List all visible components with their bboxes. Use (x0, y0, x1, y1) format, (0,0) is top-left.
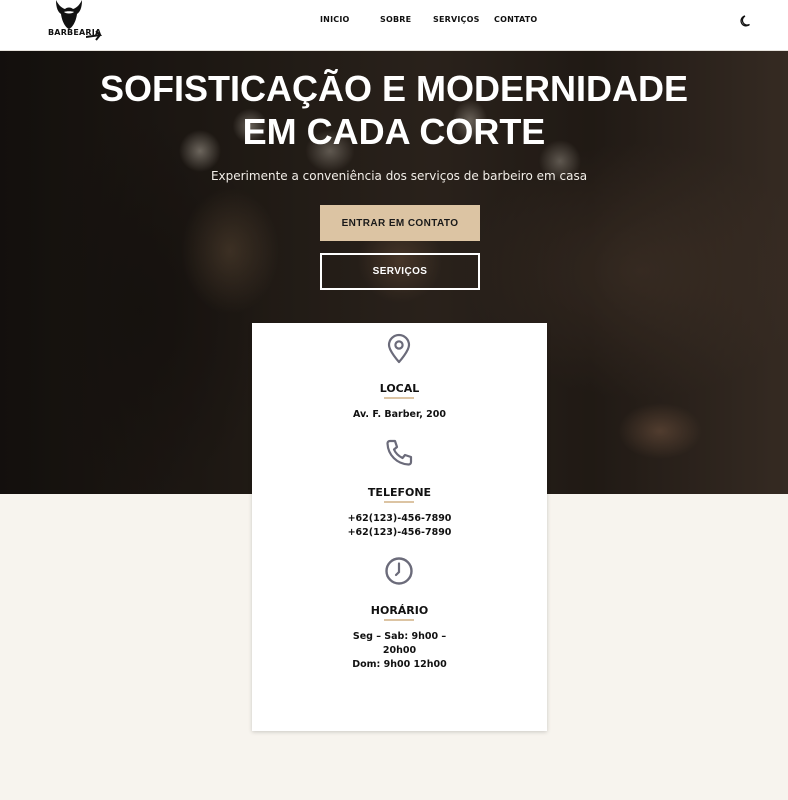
location-address: Av. F. Barber, 200 (353, 409, 446, 420)
hours-line-1: Seg – Sab: 9h00 – (352, 631, 447, 642)
site-header: BARBEARIA INICIO SOBRE SERVIÇOS CONTATO (0, 0, 788, 51)
hours-label: HORÁRIO (370, 604, 429, 617)
nav-sobre[interactable]: SOBRE (380, 15, 411, 24)
hero-title-line2: EM CADA CORTE (242, 111, 546, 152)
map-pin-icon (387, 333, 411, 364)
nav-inicio[interactable]: INICIO (320, 15, 350, 24)
nav-servicos[interactable]: SERVIÇOS (433, 15, 480, 24)
clock-icon (385, 557, 413, 585)
hours-underline (384, 619, 414, 621)
services-button[interactable]: SERVIÇOS (320, 253, 480, 290)
nav-contato[interactable]: CONTATO (494, 15, 537, 24)
phone-number-1[interactable]: +62(123)-456-7890 (252, 512, 547, 526)
phone-number-2[interactable]: +62(123)-456-7890 (252, 526, 547, 540)
location-label: LOCAL (379, 382, 420, 395)
main-nav: INICIO SOBRE SERVIÇOS CONTATO (0, 15, 788, 29)
info-card: LOCAL Av. F. Barber, 200 TELEFONE +62(12… (252, 323, 547, 731)
contact-button[interactable]: ENTRAR EM CONTATO (320, 205, 480, 241)
phone-underline (384, 501, 414, 503)
hours-line-3: Dom: 9h00 12h00 (352, 659, 447, 670)
hero-title: SOFISTICAÇÃO E MODERNIDADE EM CADA CORTE (60, 67, 728, 153)
hours-line-2: 20h00 (382, 645, 417, 656)
location-underline (384, 397, 414, 399)
phone-label: TELEFONE (367, 486, 432, 499)
hero-title-line1: SOFISTICAÇÃO E MODERNIDADE (99, 68, 689, 109)
phone-icon (386, 439, 413, 466)
moon-icon[interactable] (740, 14, 754, 28)
scissors-arrow-icon (86, 30, 103, 41)
hero-subtitle: Experimente a conveniência dos serviços … (210, 169, 588, 183)
